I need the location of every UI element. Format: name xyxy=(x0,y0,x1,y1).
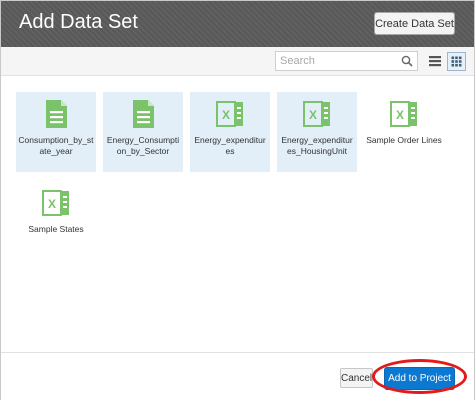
dataset-name: Energy_expenditures_HousingUnit xyxy=(281,135,353,156)
search-icon[interactable] xyxy=(401,55,413,67)
dataset-tile[interactable]: X Sample States xyxy=(16,181,96,261)
dataset-name: Sample States xyxy=(28,224,84,234)
excel-icon: X xyxy=(390,101,417,127)
list-view-icon[interactable] xyxy=(426,52,444,70)
excel-icon: X xyxy=(42,190,69,216)
dataset-name: Energy_expenditures xyxy=(194,135,266,156)
document-icon xyxy=(133,100,154,128)
search-input[interactable] xyxy=(280,54,395,68)
document-icon xyxy=(46,100,67,128)
excel-icon: X xyxy=(303,101,330,127)
dataset-name: Consumption_by_state_year xyxy=(18,135,94,156)
dataset-tile[interactable]: X Energy_expenditures xyxy=(190,92,270,172)
svg-text:X: X xyxy=(396,108,404,122)
grid-view-icon xyxy=(451,56,462,67)
dataset-name: Energy_Consumption_by_Sector xyxy=(106,135,180,156)
dialog-header: Add Data Set Create Data Set xyxy=(1,1,474,47)
dataset-tile[interactable]: X Energy_expenditures_HousingUnit xyxy=(277,92,357,172)
grid-view-button[interactable] xyxy=(447,52,466,71)
svg-text:X: X xyxy=(309,108,317,122)
add-to-project-button[interactable]: Add to Project xyxy=(384,367,455,390)
dataset-name: Sample Order Lines xyxy=(366,135,442,145)
dataset-tile[interactable]: Consumption_by_state_year xyxy=(16,92,96,172)
cancel-button[interactable]: Cancel xyxy=(340,368,373,388)
toolbar xyxy=(1,47,474,76)
dialog-title: Add Data Set xyxy=(19,11,138,33)
dataset-tile[interactable]: Energy_Consumption_by_Sector xyxy=(103,92,183,172)
add-data-set-dialog: Add Data Set Create Data Set Search Cons… xyxy=(0,0,475,400)
create-data-set-button[interactable]: Create Data Set xyxy=(374,12,455,35)
excel-icon: X xyxy=(216,101,243,127)
dataset-tile[interactable]: X Sample Order Lines xyxy=(364,92,444,172)
svg-text:X: X xyxy=(222,108,230,122)
dialog-footer: Cancel Add to Project xyxy=(1,352,474,400)
svg-text:X: X xyxy=(48,197,56,211)
search-box[interactable] xyxy=(275,51,418,71)
